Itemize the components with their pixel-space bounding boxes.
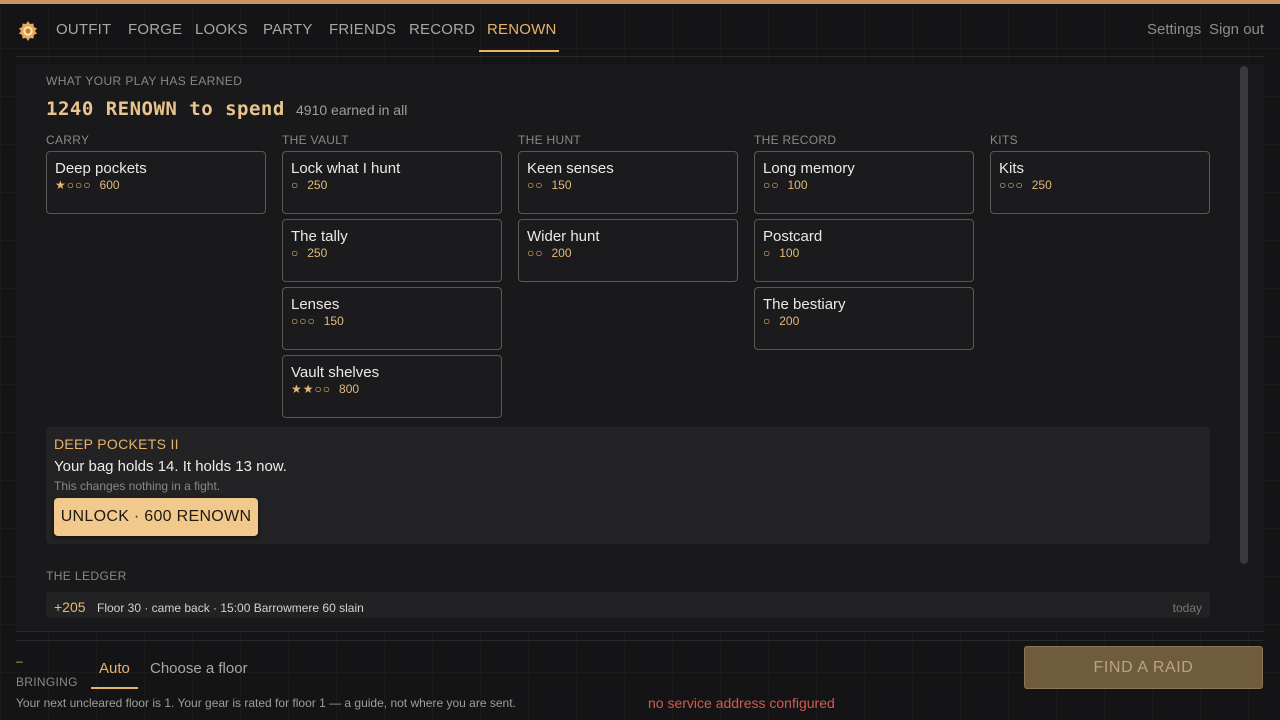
perk-rank-pips: ○ xyxy=(291,178,300,192)
find-raid-button[interactable]: FIND A RAID xyxy=(1024,646,1263,689)
tab-auto[interactable]: Auto xyxy=(99,660,130,677)
perk-name: Vault shelves xyxy=(291,364,380,381)
perk-cost: 150 xyxy=(551,178,572,192)
perk-rank-pips: ○ xyxy=(763,314,772,328)
perk-cost: 100 xyxy=(787,178,808,192)
settings-link[interactable]: Settings xyxy=(1147,21,1201,38)
perk-card[interactable]: Kits ○○○ 250 xyxy=(990,151,1210,214)
perk-cost: 800 xyxy=(339,382,360,396)
ledger-title: THE LEDGER xyxy=(46,569,127,583)
sun-gear-icon[interactable] xyxy=(18,21,38,41)
perk-cost: 250 xyxy=(307,246,328,260)
footer-divider xyxy=(16,640,1264,641)
perk-card[interactable]: The bestiary ○ 200 xyxy=(754,287,974,350)
top-nav: OUTFIT FORGE LOOKS PARTY FRIENDS RECORD … xyxy=(0,4,1280,56)
perk-cost: 600 xyxy=(99,178,120,192)
renown-eyebrow: WHAT YOUR PLAY HAS EARNED xyxy=(46,74,243,88)
ledger-description: Floor 30 · came back · 15:00 Barrowmere … xyxy=(97,601,364,615)
nav-renown[interactable]: RENOWN xyxy=(487,21,557,38)
perk-name: The tally xyxy=(291,228,348,245)
perk-card[interactable]: Deep pockets ★○○○ 600 xyxy=(46,151,266,214)
perk-rank-pips: ○ xyxy=(291,246,300,260)
perk-cost: 200 xyxy=(551,246,572,260)
sign-out-link[interactable]: Sign out xyxy=(1209,21,1264,38)
perk-name: Wider hunt xyxy=(527,228,600,245)
perk-rank-pips: ○○○ xyxy=(999,178,1024,192)
perk-card[interactable]: Keen senses ○○ 150 xyxy=(518,151,738,214)
perk-card[interactable]: Lenses ○○○ 150 xyxy=(282,287,502,350)
error-message: no service address configured xyxy=(648,695,835,711)
renown-earned-total: 4910 earned in all xyxy=(296,102,408,118)
renown-balance: 1240 RENOWN to spend xyxy=(46,98,285,120)
perk-card[interactable]: Wider hunt ○○ 200 xyxy=(518,219,738,282)
floor-hint: Your next uncleared floor is 1. Your gea… xyxy=(16,696,516,710)
nav-looks[interactable]: LOOKS xyxy=(195,21,248,38)
bringing-value: – xyxy=(16,654,23,668)
topbar-divider xyxy=(16,56,1264,57)
perk-rank-pips: ★○○○ xyxy=(55,178,92,192)
nav-record[interactable]: RECORD xyxy=(409,21,475,38)
perk-name: Deep pockets xyxy=(55,160,147,177)
perk-detail-title: DEEP POCKETS II xyxy=(54,436,179,452)
perk-card[interactable]: Vault shelves ★★○○ 800 xyxy=(282,355,502,418)
perk-rank-pips: ○○ xyxy=(763,178,780,192)
nav-friends[interactable]: FRIENDS xyxy=(329,21,396,38)
column-title-vault: THE VAULT xyxy=(282,133,349,147)
ledger-timestamp: today xyxy=(1172,601,1202,615)
perk-card[interactable]: Long memory ○○ 100 xyxy=(754,151,974,214)
perk-detail-note: This changes nothing in a fight. xyxy=(54,479,221,493)
nav-outfit[interactable]: OUTFIT xyxy=(56,21,111,38)
perk-name: The bestiary xyxy=(763,296,846,313)
scrollbar[interactable] xyxy=(1240,66,1248,564)
perk-name: Keen senses xyxy=(527,160,614,177)
perk-name: Kits xyxy=(999,160,1025,177)
ledger-amount: +205 xyxy=(54,599,86,615)
perk-rank-pips: ★★○○ xyxy=(291,382,332,396)
nav-party[interactable]: PARTY xyxy=(263,21,313,38)
perk-card[interactable]: Lock what I hunt ○ 250 xyxy=(282,151,502,214)
unlock-button[interactable]: UNLOCK · 600 RENOWN xyxy=(54,498,258,536)
bringing-label: BRINGING xyxy=(16,675,78,689)
perk-rank-pips: ○○ xyxy=(527,178,544,192)
perk-rank-pips: ○○ xyxy=(527,246,544,260)
perk-cost: 100 xyxy=(779,246,800,260)
perk-rank-pips: ○○○ xyxy=(291,314,316,328)
tab-active-underline xyxy=(91,687,138,689)
perk-name: Long memory xyxy=(763,160,855,177)
perk-name: Lock what I hunt xyxy=(291,160,401,177)
perk-cost: 200 xyxy=(779,314,800,328)
perk-cost: 250 xyxy=(1031,178,1052,192)
perk-card[interactable]: The tally ○ 250 xyxy=(282,219,502,282)
renown-panel xyxy=(16,64,1264,632)
perk-name: Postcard xyxy=(763,228,823,245)
tab-choose-floor[interactable]: Choose a floor xyxy=(150,660,248,677)
perk-detail-description: Your bag holds 14. It holds 13 now. xyxy=(54,458,287,475)
column-title-kits: KITS xyxy=(990,133,1018,147)
perk-cost: 150 xyxy=(323,314,344,328)
nav-forge[interactable]: FORGE xyxy=(128,21,182,38)
ledger-row: +205 Floor 30 · came back · 15:00 Barrow… xyxy=(46,592,1210,618)
perk-card[interactable]: Postcard ○ 100 xyxy=(754,219,974,282)
nav-active-underline xyxy=(479,50,559,52)
perk-name: Lenses xyxy=(291,296,340,313)
perk-detail-panel: DEEP POCKETS II Your bag holds 14. It ho… xyxy=(46,427,1210,544)
column-title-record: THE RECORD xyxy=(754,133,837,147)
perk-cost: 250 xyxy=(307,178,328,192)
column-title-hunt: THE HUNT xyxy=(518,133,582,147)
perk-rank-pips: ○ xyxy=(763,246,772,260)
column-title-carry: CARRY xyxy=(46,133,90,147)
